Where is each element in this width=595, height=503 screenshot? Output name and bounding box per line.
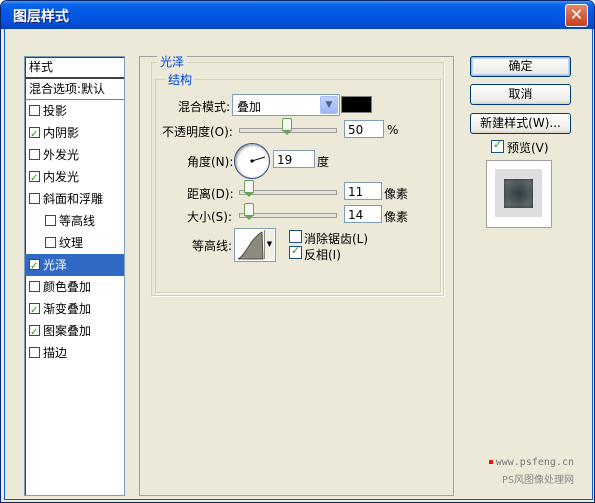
opacity-input[interactable]: 50 <box>344 120 384 138</box>
style-item-label: 颜色叠加 <box>43 280 92 294</box>
close-button[interactable]: ✕ <box>565 4 588 27</box>
opacity-label: 不透明度(O): <box>162 125 233 139</box>
style-preview <box>486 160 552 228</box>
style-item[interactable]: 外发光 <box>25 144 124 166</box>
style-item-checkbox[interactable] <box>29 193 40 204</box>
blend-options-item[interactable]: 混合选项:默认 <box>25 79 124 100</box>
angle-input[interactable]: 19 <box>273 150 315 168</box>
style-item-label: 斜面和浮雕 <box>43 192 104 206</box>
watermark-name: PS风图像处理网 <box>501 475 574 486</box>
blend-mode-value: 叠加 <box>237 100 262 114</box>
new-style-button[interactable]: 新建样式(W)... <box>470 113 571 134</box>
style-item[interactable]: 图案叠加 <box>25 320 124 344</box>
style-item[interactable]: 光泽 <box>25 254 124 278</box>
opacity-unit: % <box>387 123 399 137</box>
cancel-button[interactable]: 取消 <box>470 84 571 105</box>
style-item[interactable]: 描边 <box>25 342 124 364</box>
contour-picker[interactable]: ▼ <box>234 228 276 262</box>
size-unit: 像素 <box>384 210 409 224</box>
blend-mode-label: 混合模式: <box>178 100 231 114</box>
angle-dial-needle <box>250 156 266 163</box>
distance-unit: 像素 <box>384 187 409 201</box>
blend-mode-select[interactable]: 叠加 ▼ <box>232 94 340 116</box>
style-item[interactable]: 颜色叠加 <box>25 276 124 298</box>
title-bar[interactable]: 图层样式 ✕ <box>1 1 594 29</box>
angle-label: 角度(N): <box>187 155 234 169</box>
style-item-checkbox[interactable] <box>29 124 40 146</box>
ok-button[interactable]: 确定 <box>470 56 571 77</box>
watermark-url: www.psfeng.cn <box>488 457 574 468</box>
style-item-checkbox[interactable] <box>29 168 40 190</box>
style-item-label: 渐变叠加 <box>43 302 92 316</box>
style-item[interactable]: 投影 <box>25 100 124 122</box>
watermark-url-text: www.psfeng.cn <box>495 457 574 468</box>
angle-unit: 度 <box>317 155 330 169</box>
watermark-dot-icon <box>488 460 493 464</box>
contour-dropdown-arrow[interactable]: ▼ <box>264 230 274 259</box>
style-item-label: 光泽 <box>43 258 68 272</box>
style-item-label: 等高线 <box>59 214 96 228</box>
style-item-checkbox[interactable] <box>29 105 40 116</box>
distance-input[interactable]: 11 <box>344 182 382 200</box>
style-item-label: 内阴影 <box>43 126 80 140</box>
chevron-down-icon[interactable]: ▼ <box>320 96 338 114</box>
style-item-checkbox[interactable] <box>29 281 40 292</box>
window-title: 图层样式 <box>13 9 69 25</box>
preview-checkbox[interactable] <box>491 138 504 153</box>
style-items: 投影内阴影外发光内发光斜面和浮雕等高线纹理光泽颜色叠加渐变叠加图案叠加描边 <box>25 100 124 364</box>
style-item[interactable]: 斜面和浮雕 <box>25 188 124 210</box>
style-item-checkbox[interactable] <box>45 237 56 248</box>
invert-checkbox[interactable] <box>289 244 302 259</box>
group-title: 结构 <box>165 71 196 88</box>
style-item[interactable]: 渐变叠加 <box>25 298 124 322</box>
size-input[interactable]: 14 <box>344 205 382 223</box>
style-item-label: 图案叠加 <box>43 324 92 338</box>
layer-style-dialog: 图层样式 ✕ 样式 混合选项:默认 投影内阴影外发光内发光斜面和浮雕等高线纹理光… <box>0 0 595 503</box>
size-slider-thumb[interactable] <box>244 203 254 220</box>
opacity-slider-thumb[interactable] <box>282 118 292 135</box>
contour-label: 等高线: <box>192 239 233 253</box>
style-item-label: 内发光 <box>43 170 80 184</box>
style-item-checkbox[interactable] <box>29 347 40 358</box>
dialog-body: 样式 混合选项:默认 投影内阴影外发光内发光斜面和浮雕等高线纹理光泽颜色叠加渐变… <box>4 29 593 500</box>
preview-thumbnail <box>504 179 533 208</box>
style-item-checkbox[interactable] <box>45 215 56 226</box>
style-item[interactable]: 纹理 <box>25 232 124 254</box>
style-item-label: 投影 <box>43 104 68 118</box>
style-list-header[interactable]: 样式 <box>25 57 124 79</box>
style-list: 样式 混合选项:默认 投影内阴影外发光内发光斜面和浮雕等高线纹理光泽颜色叠加渐变… <box>24 56 125 496</box>
style-item-checkbox[interactable] <box>29 300 40 322</box>
style-item-checkbox[interactable] <box>29 322 40 344</box>
distance-label: 距离(D): <box>187 187 234 201</box>
size-label: 大小(S): <box>187 210 233 224</box>
contour-curve-icon <box>237 231 264 260</box>
style-item-label: 纹理 <box>59 236 84 250</box>
style-item-label: 外发光 <box>43 148 80 162</box>
antialias-label[interactable]: 消除锯齿(L) <box>304 230 368 247</box>
style-item-checkbox[interactable] <box>29 256 40 278</box>
color-swatch[interactable] <box>341 96 372 113</box>
invert-label[interactable]: 反相(I) <box>304 246 341 263</box>
style-item-label: 描边 <box>43 346 68 360</box>
preview-label[interactable]: 预览(V) <box>507 139 549 156</box>
style-item[interactable]: 内发光 <box>25 166 124 190</box>
style-item[interactable]: 内阴影 <box>25 122 124 146</box>
preview-canvas <box>495 169 542 217</box>
section-title: 光泽 <box>157 53 188 70</box>
style-item-checkbox[interactable] <box>29 149 40 160</box>
distance-slider-thumb[interactable] <box>244 180 254 197</box>
style-item[interactable]: 等高线 <box>25 210 124 232</box>
antialias-checkbox[interactable] <box>289 230 302 243</box>
angle-dial[interactable] <box>234 143 270 179</box>
